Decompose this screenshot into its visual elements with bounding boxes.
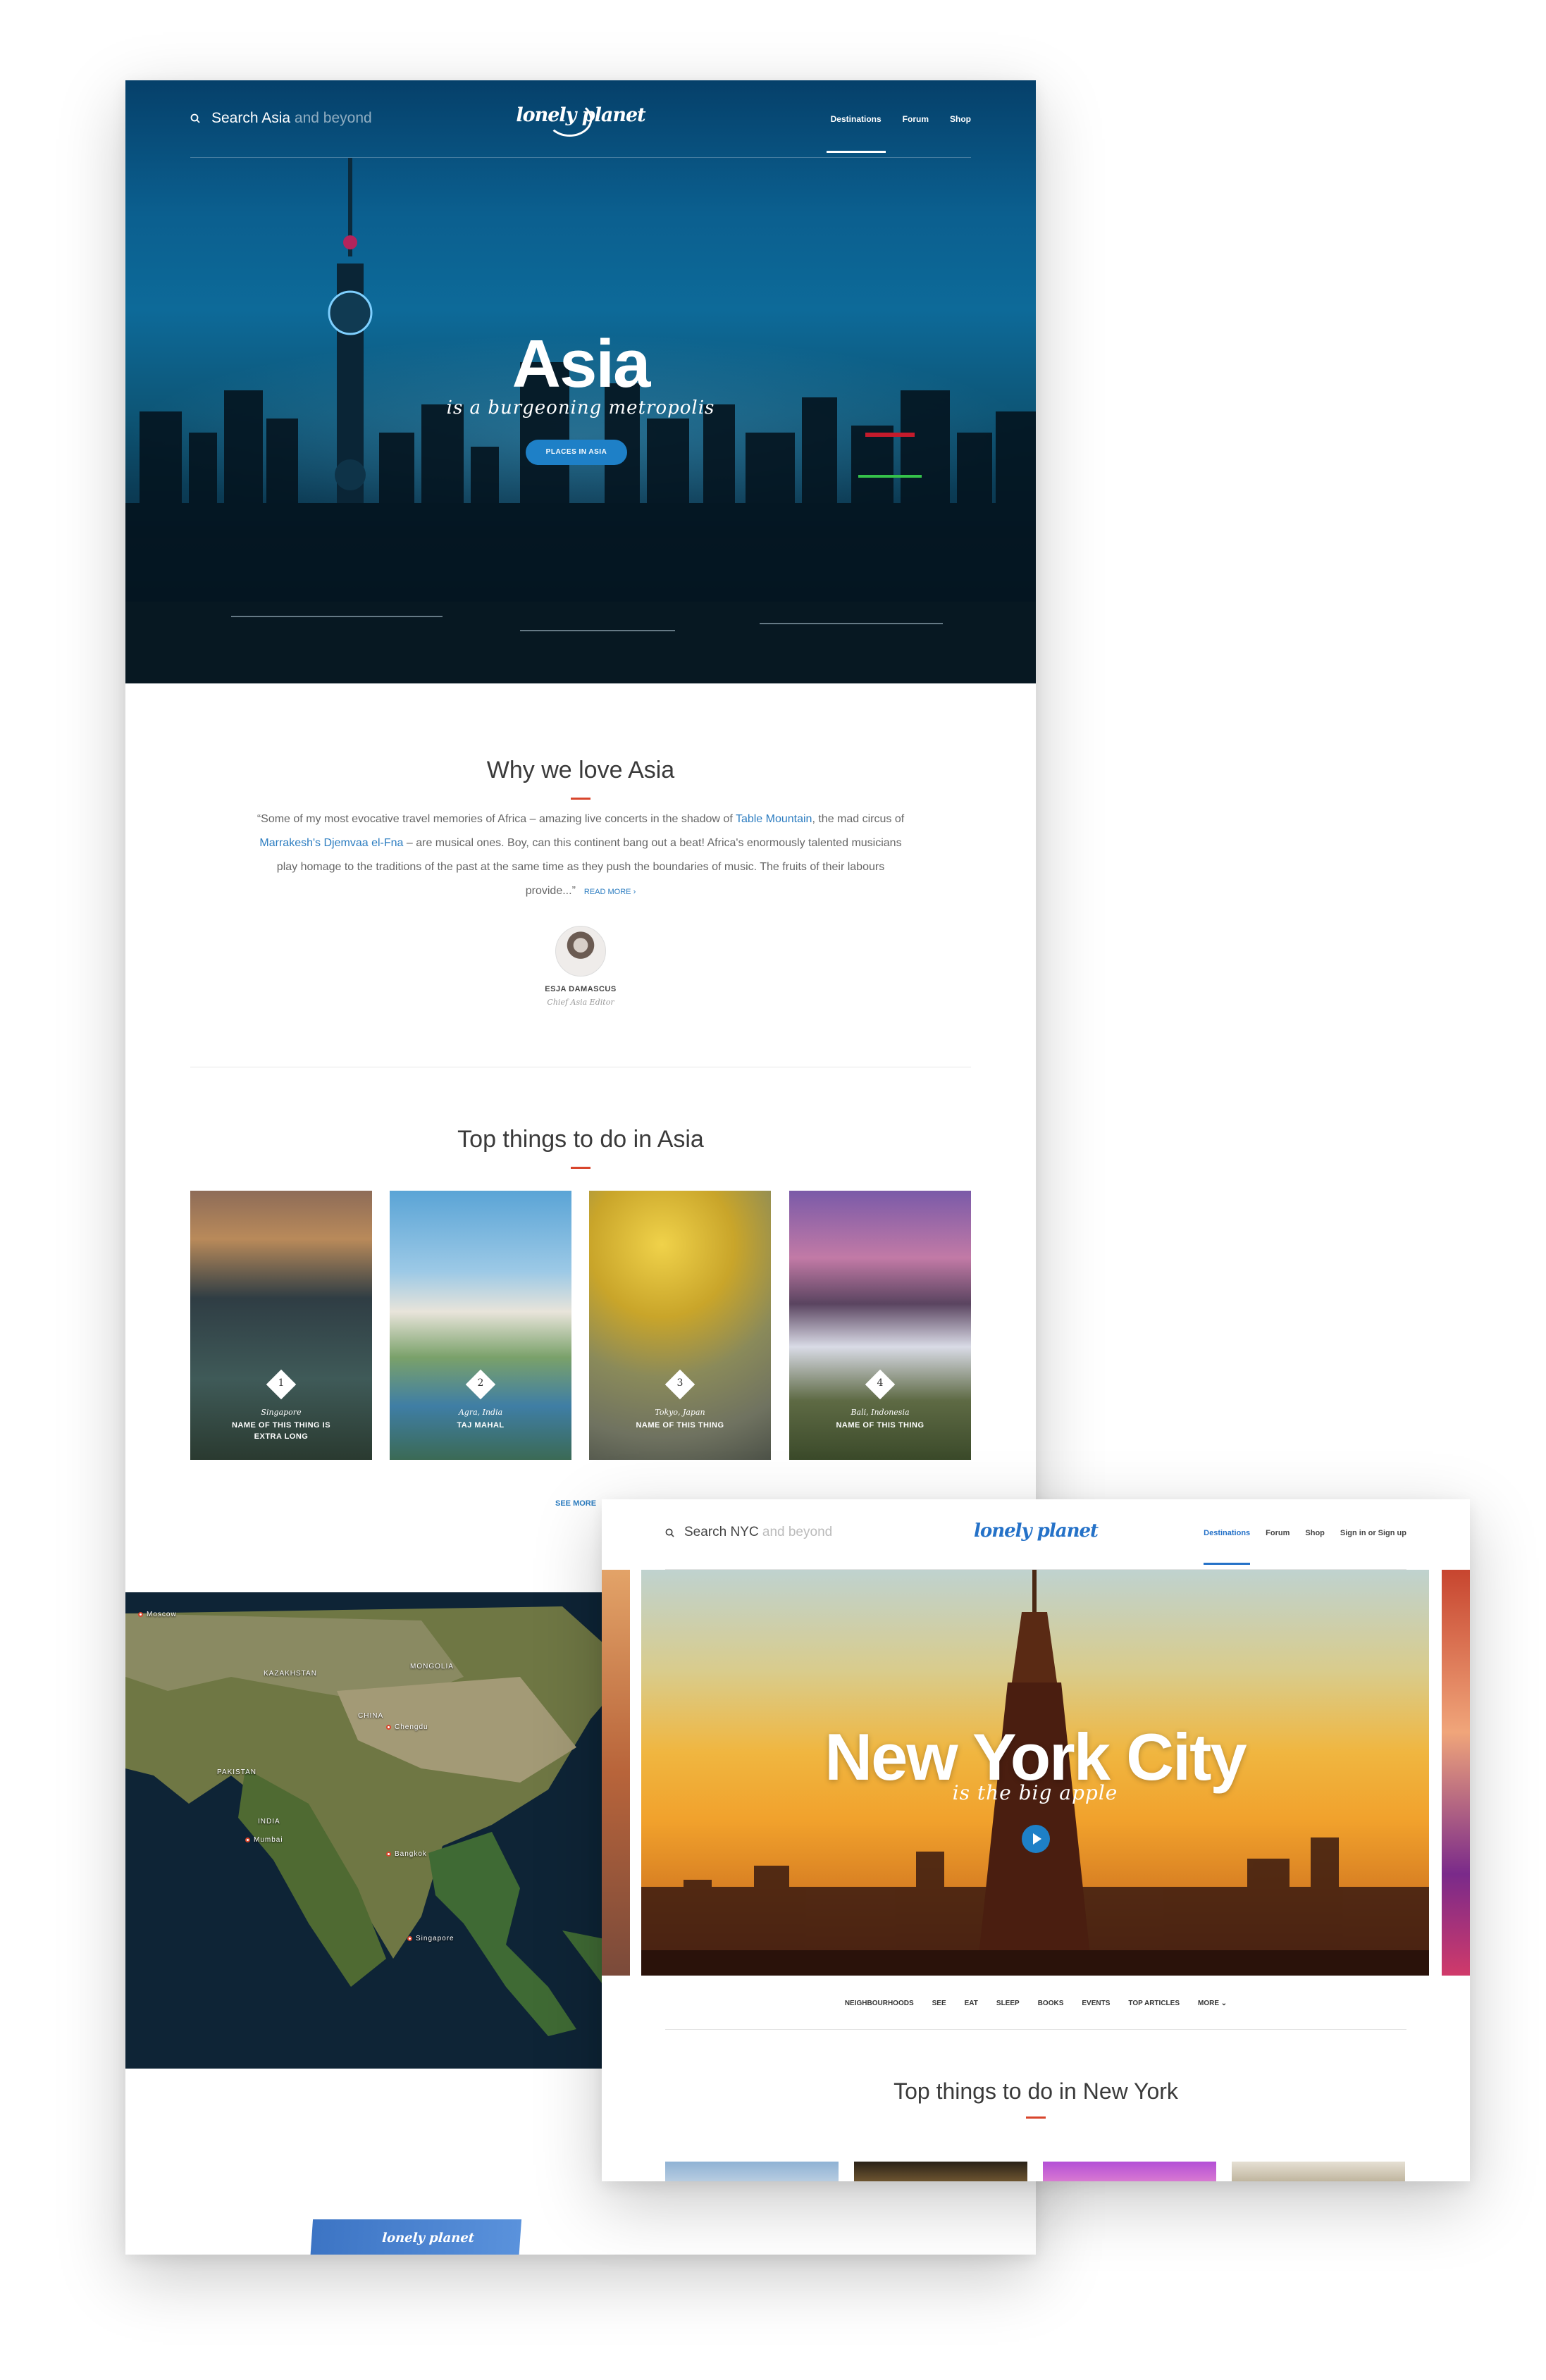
nav-destinations[interactable]: Destinations (1204, 1529, 1251, 1565)
map-pin-icon (138, 1611, 143, 1617)
nyc-top-title: Top things to do in New York (893, 2078, 1178, 2104)
card-2[interactable]: 2 Agra, India TAJ MAHAL (390, 1191, 571, 1460)
lonely-planet-logo[interactable]: lonely planet (516, 101, 646, 137)
subnav-sleep[interactable]: SLEEP (996, 2000, 1020, 2007)
map-label-mongolia: MONGOLIA (410, 1663, 454, 1671)
map-pin-singapore[interactable]: Singapore (407, 1935, 454, 1942)
map-pin-moscow[interactable]: Moscow (138, 1611, 177, 1618)
subnav-neighbourhoods[interactable]: NEIGHBOURHOODS (845, 2000, 914, 2007)
search-placeholder: and beyond (762, 1525, 833, 1539)
nyc-card-2[interactable] (854, 2162, 1027, 2181)
nyc-subnav: NEIGHBOURHOODS SEE EAT SLEEP BOOKS EVENT… (602, 2000, 1470, 2007)
nav-forum[interactable]: Forum (1266, 1529, 1290, 1537)
nyc-nav-links: Destinations Forum Shop Sign in or Sign … (1204, 1529, 1406, 1565)
places-button[interactable]: PLACES IN ASIA (526, 440, 627, 465)
nyc-page: Search NYC and beyond lonely planet Dest… (602, 1499, 1470, 2181)
card-4[interactable]: 4 Bali, Indonesia NAME OF THIS THING (789, 1191, 971, 1460)
card-name: NAME OF THIS THING (636, 1421, 724, 1430)
card-name: NAME OF THIS THING (836, 1421, 924, 1430)
asia-top-nav: Search Asia and beyond lonely planet Des… (190, 80, 971, 158)
map-pin-icon (386, 1851, 391, 1857)
search-icon (190, 113, 200, 123)
see-more-link[interactable]: SEE MORE (555, 1499, 596, 1508)
card-location: Bali, Indonesia (851, 1408, 910, 1417)
nyc-card-1[interactable] (665, 2162, 839, 2181)
asia-search[interactable]: Search Asia and beyond (190, 110, 372, 127)
guidebook-cover[interactable]: lonely planet (309, 2219, 522, 2255)
section-divider (665, 2029, 1406, 2030)
hero-title: Asia (512, 326, 651, 402)
editor-quote: “Some of my most evocative travel memori… (256, 813, 905, 897)
editor-name: ESJA DAMASCUS (545, 985, 617, 993)
card-name: NAME OF THIS THING IS EXTRA LONG (231, 1421, 331, 1441)
carousel-next-slide[interactable] (1442, 1570, 1470, 1976)
hero-subtitle: is a burgeoning metropolis (446, 397, 715, 419)
map-label-india: INDIA (258, 1818, 280, 1826)
nav-destinations[interactable]: Destinations (826, 114, 886, 153)
nav-sign-in[interactable]: Sign in or Sign up (1340, 1529, 1406, 1537)
card-3[interactable]: 3 Tokyo, Japan NAME OF THIS THING (589, 1191, 771, 1460)
card-1[interactable]: 1 Singapore NAME OF THIS THING IS EXTRA … (190, 1191, 372, 1460)
nyc-card-4[interactable] (1232, 2162, 1405, 2181)
editor-role: Chief Asia Editor (547, 998, 614, 1007)
subnav-events[interactable]: EVENTS (1082, 2000, 1110, 2007)
top-things-title: Top things to do in Asia (457, 1126, 704, 1153)
map-pin-icon (245, 1837, 250, 1842)
nyc-hero: New York City is the big apple (641, 1570, 1429, 1976)
card-name: TAJ MAHAL (457, 1421, 505, 1430)
search-text: Search Asia (211, 110, 291, 126)
nav-forum[interactable]: Forum (903, 114, 929, 124)
editor-avatar (555, 926, 606, 977)
link-table-mountain[interactable]: Table Mountain (736, 813, 812, 825)
link-marrakesh[interactable]: Marrakesh's Djemvaa el-Fna (259, 837, 403, 849)
subnav-top-articles[interactable]: TOP ARTICLES (1128, 2000, 1180, 2007)
title-rule (1026, 2116, 1046, 2119)
subnav-see[interactable]: SEE (932, 2000, 946, 2007)
search-placeholder: and beyond (294, 110, 372, 126)
asia-nav-links: Destinations Forum Shop (826, 114, 971, 153)
nyc-card-3[interactable] (1043, 2162, 1216, 2181)
subnav-books[interactable]: BOOKS (1038, 2000, 1064, 2007)
nyc-search[interactable]: Search NYC and beyond (665, 1525, 832, 1540)
why-title: Why we love Asia (486, 757, 675, 783)
map-pin-mumbai[interactable]: Mumbai (245, 1836, 283, 1844)
map-pin-chengdu[interactable]: Chengdu (386, 1723, 428, 1731)
card-location: Singapore (261, 1408, 302, 1417)
subnav-eat[interactable]: EAT (965, 2000, 978, 2007)
nyc-hero-subtitle: is the big apple (952, 1781, 1118, 1804)
nav-shop[interactable]: Shop (1305, 1529, 1325, 1537)
map-label-pakistan: PAKISTAN (217, 1768, 256, 1776)
subnav-more[interactable]: MORE ⌄ (1198, 2000, 1227, 2007)
map-label-kazakhstan: KAZAKHSTAN (264, 1670, 317, 1678)
card-location: Tokyo, Japan (655, 1408, 705, 1417)
nyc-top-nav: Search NYC and beyond lonely planet Dest… (665, 1499, 1406, 1570)
asia-hero: Search Asia and beyond lonely planet Des… (125, 80, 1036, 683)
title-rule (571, 1167, 590, 1169)
map-pin-icon (386, 1724, 391, 1730)
top-things-cards: 1 Singapore NAME OF THIS THING IS EXTRA … (190, 1191, 971, 1460)
nyc-card-row (665, 2162, 1406, 2181)
card-location: Agra, India (458, 1408, 503, 1417)
carousel-prev-slide[interactable] (602, 1570, 630, 1976)
title-rule (571, 798, 590, 800)
map-pin-bangkok[interactable]: Bangkok (386, 1850, 427, 1858)
search-text: Search NYC (684, 1525, 759, 1539)
lonely-planet-logo[interactable]: lonely planet (974, 1520, 1099, 1542)
map-pin-icon (407, 1935, 412, 1941)
nav-shop[interactable]: Shop (950, 114, 971, 124)
mockup-canvas: Search Asia and beyond lonely planet Des… (0, 0, 1546, 2380)
play-icon[interactable] (1022, 1825, 1050, 1853)
read-more-link[interactable]: READ MORE › (584, 888, 636, 896)
search-icon (665, 1528, 674, 1537)
map-label-china: CHINA (358, 1712, 384, 1720)
